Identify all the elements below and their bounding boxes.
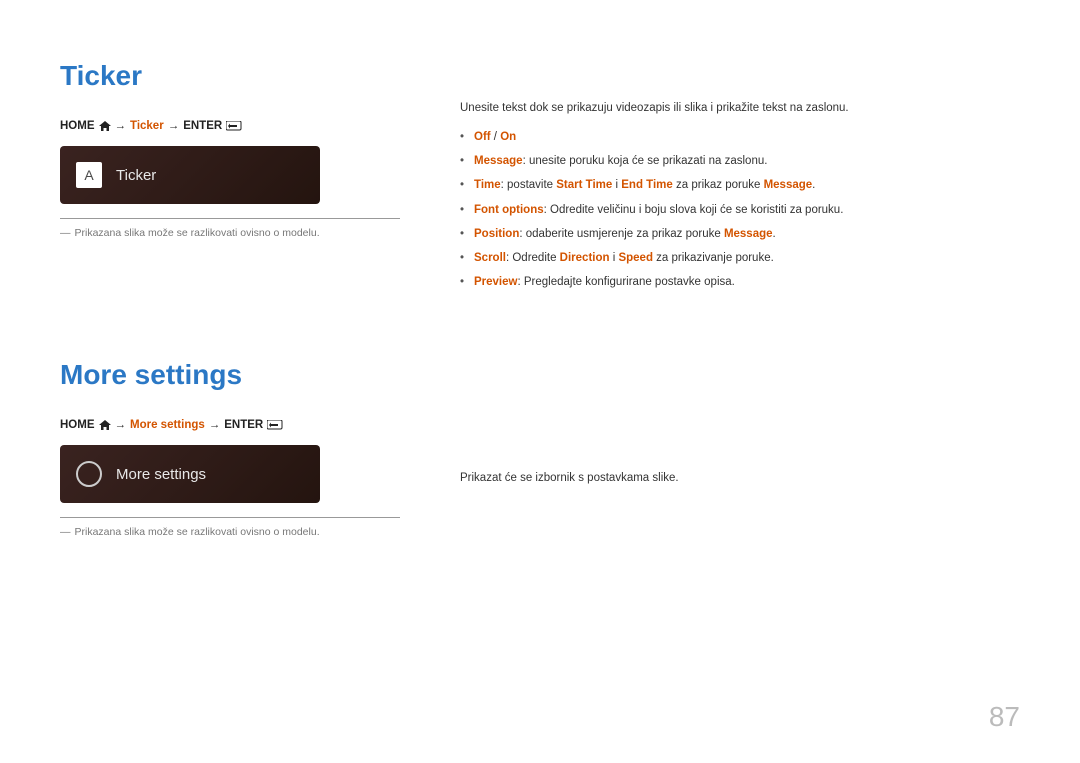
separator bbox=[60, 517, 400, 518]
note-more-settings: ― Prikazana slika može se razlikovati ovi… bbox=[60, 526, 400, 538]
bullet-preview: Preview: Pregledajte konfigurirane posta… bbox=[460, 274, 1020, 290]
tile-ticker: A Ticker bbox=[60, 146, 320, 204]
breadcrumb-ticker: HOME → Ticker → ENTER bbox=[60, 120, 400, 132]
slash: / bbox=[491, 131, 501, 143]
key-end-time: End Time bbox=[621, 179, 673, 191]
section-heading-more-settings: More settings bbox=[60, 359, 400, 391]
note-ticker: ― Prikazana slika može se razlikovati ovi… bbox=[60, 227, 400, 239]
text-font: : Odredite veličinu i boju slova koji će… bbox=[544, 204, 844, 216]
breadcrumb-more-settings: HOME → More settings → ENTER bbox=[60, 419, 400, 431]
enter-icon bbox=[267, 420, 283, 430]
t1: : postavite bbox=[501, 179, 557, 191]
left-column: Ticker HOME → Ticker → ENTER A bbox=[60, 60, 400, 546]
key-position: Position bbox=[474, 228, 519, 240]
breadcrumb-home: HOME bbox=[60, 419, 95, 431]
enter-icon bbox=[226, 121, 242, 131]
section-heading-ticker: Ticker bbox=[60, 60, 400, 92]
breadcrumb-ticker-label: Ticker bbox=[130, 120, 164, 132]
note-text: Prikazana slika može se razlikovati ovis… bbox=[75, 227, 320, 239]
breadcrumb-enter: ENTER bbox=[183, 120, 222, 132]
breadcrumb-home: HOME bbox=[60, 120, 95, 132]
t2: za prikazivanje poruke. bbox=[653, 252, 774, 264]
separator bbox=[60, 218, 400, 219]
breadcrumb-enter: ENTER bbox=[224, 419, 263, 431]
bullet-list-ticker: Off / On Message: unesite poruku koja će… bbox=[460, 129, 1020, 290]
tile-more-settings: More settings bbox=[60, 445, 320, 503]
section-ticker-left: Ticker HOME → Ticker → ENTER A bbox=[60, 60, 400, 239]
key-direction: Direction bbox=[560, 252, 610, 264]
key-preview: Preview bbox=[474, 276, 517, 288]
key-time: Time bbox=[474, 179, 501, 191]
breadcrumb-arrow: → bbox=[168, 120, 180, 132]
dot: . bbox=[812, 179, 815, 191]
tile-label: Ticker bbox=[116, 167, 156, 184]
key-message: Message bbox=[474, 155, 523, 167]
home-icon bbox=[99, 121, 111, 131]
t1: : Odredite bbox=[506, 252, 560, 264]
key-message-ref: Message bbox=[724, 228, 773, 240]
note-dash: ― bbox=[60, 227, 71, 239]
breadcrumb-arrow: → bbox=[115, 120, 127, 132]
bullet-position: Position: odaberite usmjerenje za prikaz… bbox=[460, 226, 1020, 242]
document-page: Ticker HOME → Ticker → ENTER A bbox=[0, 0, 1080, 763]
text-message: : unesite poruku koja će se prikazati na… bbox=[523, 155, 768, 167]
breadcrumb-arrow: → bbox=[115, 419, 127, 431]
text-preview: : Pregledajte konfigurirane postavke opi… bbox=[517, 276, 734, 288]
note-text: Prikazana slika može se razlikovati ovis… bbox=[75, 526, 320, 538]
tile-label: More settings bbox=[116, 466, 206, 483]
dot: . bbox=[773, 228, 776, 240]
tile-letter-icon: A bbox=[76, 162, 102, 188]
circle-icon bbox=[76, 461, 102, 487]
intro-more-settings: Prikazat će se izbornik s postavkama sli… bbox=[460, 470, 1020, 487]
bullet-font-options: Font options: Odredite veličinu i boju s… bbox=[460, 202, 1020, 218]
key-scroll: Scroll bbox=[474, 252, 506, 264]
bullet-time: Time: postavite Start Time i End Time za… bbox=[460, 177, 1020, 193]
section-more-settings-left: More settings HOME → More settings → ENT… bbox=[60, 359, 400, 538]
t2: za prikaz poruke bbox=[673, 179, 764, 191]
breadcrumb-arrow: → bbox=[209, 419, 221, 431]
bullet-message: Message: unesite poruku koja će se prika… bbox=[460, 153, 1020, 169]
section-more-settings-right: Prikazat će se izbornik s postavkama sli… bbox=[460, 470, 1020, 487]
breadcrumb-more-settings-label: More settings bbox=[130, 419, 205, 431]
note-dash: ― bbox=[60, 526, 71, 538]
intro-ticker: Unesite tekst dok se prikazuju videozapi… bbox=[460, 100, 1020, 117]
label-off: Off bbox=[474, 131, 491, 143]
bullet-scroll: Scroll: Odredite Direction i Speed za pr… bbox=[460, 250, 1020, 266]
right-column: Unesite tekst dok se prikazuju videozapi… bbox=[460, 60, 1020, 546]
page-number: 87 bbox=[989, 701, 1020, 733]
bullet-off-on: Off / On bbox=[460, 129, 1020, 145]
key-font-options: Font options bbox=[474, 204, 544, 216]
section-ticker-right: Unesite tekst dok se prikazuju videozapi… bbox=[460, 100, 1020, 290]
key-speed: Speed bbox=[618, 252, 653, 264]
home-icon bbox=[99, 420, 111, 430]
and: i bbox=[612, 179, 621, 191]
two-column-layout: Ticker HOME → Ticker → ENTER A bbox=[60, 60, 1020, 546]
key-message-ref: Message bbox=[764, 179, 813, 191]
label-on: On bbox=[500, 131, 516, 143]
key-start-time: Start Time bbox=[556, 179, 612, 191]
t1: : odaberite usmjerenje za prikaz poruke bbox=[519, 228, 724, 240]
